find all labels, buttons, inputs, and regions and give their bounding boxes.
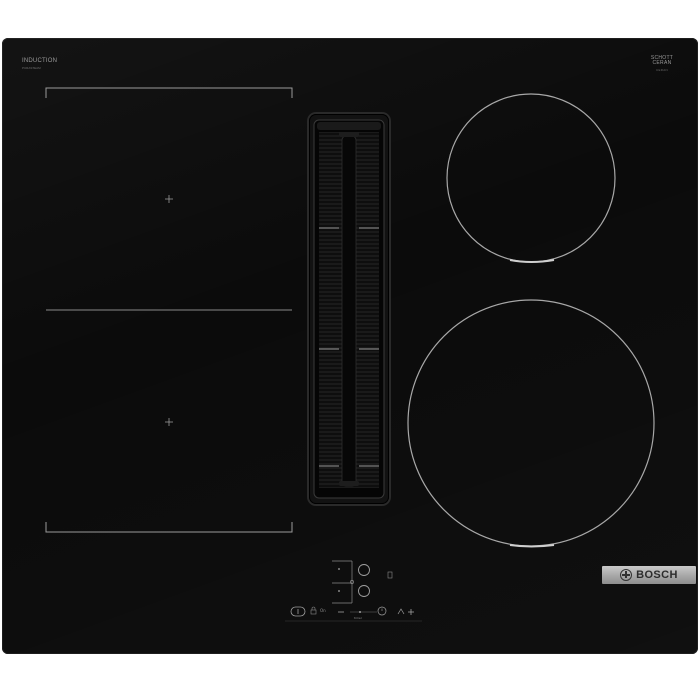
fan-icon[interactable] (397, 608, 405, 615)
timer-icon[interactable] (377, 606, 387, 616)
brand-name: BOSCH (636, 569, 678, 581)
zone-selector[interactable] (332, 560, 354, 604)
brand-logo-icon (620, 569, 633, 581)
brand-plate: BOSCH (602, 566, 696, 584)
zone-knob-bottom[interactable] (358, 585, 370, 597)
vent-indicator-icon (387, 571, 393, 579)
lock-icon[interactable] (310, 606, 317, 615)
power-label: On (320, 608, 326, 613)
control-panel (285, 560, 422, 622)
timer-label: timer (354, 616, 363, 620)
slider-bar[interactable] (350, 611, 377, 613)
cooktop-glass-surface: INDUCTION PURASTEAM SCHOTT CERAN CERAN O… (2, 38, 698, 654)
product-stage: INDUCTION PURASTEAM SCHOTT CERAN CERAN O… (0, 0, 700, 700)
power-button[interactable] (290, 606, 306, 617)
plus-button[interactable] (408, 609, 414, 615)
zone-knob-top[interactable] (358, 564, 370, 576)
